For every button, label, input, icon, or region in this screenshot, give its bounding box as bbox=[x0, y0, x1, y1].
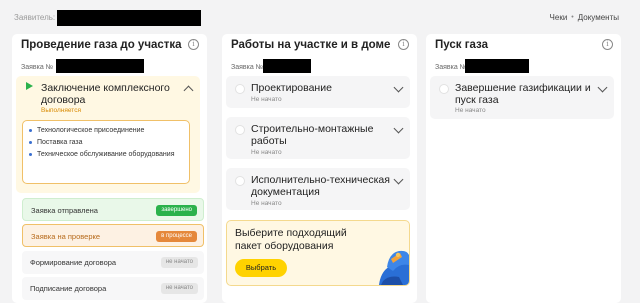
status-badge: не начато bbox=[160, 283, 198, 294]
chevron-down-icon[interactable] bbox=[393, 123, 404, 134]
chevron-down-icon[interactable] bbox=[597, 82, 608, 93]
top-bar: Заявитель: Чеки • Документы bbox=[0, 0, 640, 34]
chevron-down-icon[interactable] bbox=[393, 82, 404, 93]
stage-title: Строительно-монтажные работы bbox=[251, 123, 374, 147]
stage-gas-start[interactable]: Завершение газификации и пуск газа Не на… bbox=[430, 76, 614, 119]
column-title: Работы на участке и в доме bbox=[231, 39, 391, 51]
list-item: Техническое обслуживание оборудования bbox=[29, 150, 183, 159]
list-item: Поставка газа bbox=[29, 138, 183, 147]
column-gas-to-plot: Проведение газа до участка i Заявка № За… bbox=[12, 34, 207, 303]
status-badge: не начато bbox=[160, 257, 198, 268]
task-label: Формирование договора bbox=[30, 258, 117, 267]
link-separator: • bbox=[571, 14, 574, 21]
chevron-down-icon[interactable] bbox=[393, 174, 404, 185]
column-title: Пуск газа bbox=[435, 39, 489, 51]
applicant-label: Заявитель: bbox=[14, 13, 56, 22]
stage-title: Завершение газификации и пуск газа bbox=[455, 82, 591, 106]
request-number-redacted bbox=[263, 59, 311, 73]
status-circle-icon bbox=[235, 176, 245, 186]
status-circle-icon bbox=[235, 84, 245, 94]
stage-title: Проектирование bbox=[251, 82, 332, 94]
stage-title: Исполнительно-техническая документация bbox=[251, 174, 390, 198]
info-icon[interactable]: i bbox=[602, 39, 613, 50]
task-label: Заявка отправлена bbox=[31, 206, 98, 215]
contract-subitems: Технологическое присоединение Поставка г… bbox=[22, 120, 190, 184]
task-label: Подписание договора bbox=[30, 284, 107, 293]
stage-title: Заключение комплексного договора bbox=[41, 82, 170, 106]
info-icon[interactable]: i bbox=[188, 39, 199, 50]
stage-construction[interactable]: Строительно-монтажные работы Не начато bbox=[226, 117, 410, 159]
request-number-label: Заявка № bbox=[231, 64, 264, 71]
task-request-review[interactable]: Заявка на проверке в процессе bbox=[22, 224, 204, 247]
status-badge: в процессе bbox=[156, 231, 197, 242]
stage-status: Не начато bbox=[251, 149, 282, 156]
checks-link[interactable]: Чеки bbox=[550, 13, 568, 22]
request-number-label: Заявка № bbox=[21, 64, 54, 71]
status-circle-icon bbox=[439, 84, 449, 94]
list-item: Технологическое присоединение bbox=[29, 126, 183, 135]
documents-link[interactable]: Документы bbox=[578, 13, 619, 22]
equipment-promo: Выберите подходящий пакет оборудования В… bbox=[226, 220, 410, 286]
header-links: Чеки • Документы bbox=[550, 13, 619, 22]
column-title: Проведение газа до участка bbox=[21, 39, 182, 51]
stage-documentation[interactable]: Исполнительно-техническая документация Н… bbox=[226, 168, 410, 210]
choose-button[interactable]: Выбрать bbox=[235, 259, 287, 277]
stage-status: Не начато bbox=[251, 200, 282, 207]
stage-status: Не начато bbox=[251, 96, 282, 103]
column-work-in-house: Работы на участке и в доме i Заявка № Пр… bbox=[222, 34, 417, 303]
task-label: Заявка на проверке bbox=[31, 232, 101, 241]
status-badge: завершено bbox=[156, 205, 197, 216]
request-number-label: Заявка № bbox=[435, 64, 468, 71]
request-number-redacted bbox=[56, 59, 144, 73]
task-contract-forming[interactable]: Формирование договора не начато bbox=[22, 251, 204, 274]
equipment-illustration bbox=[379, 250, 409, 285]
task-contract-signing[interactable]: Подписание договора не начато bbox=[22, 277, 204, 300]
task-request-sent[interactable]: Заявка отправлена завершено bbox=[22, 198, 204, 221]
stage-status: Не начато bbox=[455, 107, 486, 114]
chevron-up-icon[interactable] bbox=[183, 85, 194, 96]
stage-status: Выполняется bbox=[41, 107, 81, 114]
flag-icon bbox=[26, 82, 33, 90]
promo-title: Выберите подходящий пакет оборудования bbox=[235, 227, 347, 252]
stage-design[interactable]: Проектирование Не начато bbox=[226, 76, 410, 108]
applicant-name-redacted bbox=[57, 10, 201, 26]
column-gas-start: Пуск газа i Заявка № Завершение газифика… bbox=[426, 34, 621, 303]
info-icon[interactable]: i bbox=[398, 39, 409, 50]
request-number-redacted bbox=[465, 59, 529, 73]
status-circle-icon bbox=[235, 125, 245, 135]
